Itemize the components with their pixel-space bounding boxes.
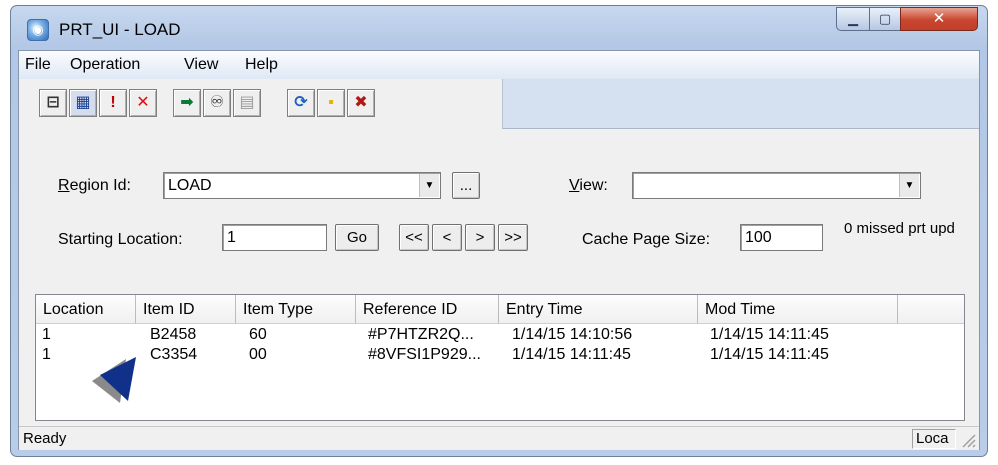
go-arrow-icon[interactable]: ➡ (173, 89, 201, 117)
view-label: View: (569, 177, 608, 194)
app-window: ◉ PRT_UI - LOAD ▁ ▢ ✕ File Operation Vie… (10, 5, 988, 457)
minimize-button[interactable]: ▁ (836, 7, 870, 31)
view-combo[interactable]: ▼ (632, 172, 921, 199)
region-id-value: LOAD (168, 177, 212, 194)
cell-mod-time: 1/14/15 14:11:45 (710, 346, 829, 363)
lock-icon[interactable]: ▪ (317, 89, 345, 117)
items-list[interactable]: Location Item ID Item Type Reference ID … (35, 294, 965, 421)
cell-reference-id: #P7HTZR2Q... (368, 326, 474, 343)
starting-location-input[interactable]: 1 (222, 224, 327, 251)
menu-bar: File Operation View Help (19, 51, 979, 79)
menu-file[interactable]: File (25, 56, 51, 74)
region-id-label: Region Id: (58, 177, 131, 194)
chevron-down-icon[interactable]: ▼ (899, 174, 919, 197)
first-page-button[interactable]: << (399, 224, 429, 251)
table-row[interactable]: 1 B2458 60 #P7HTZR2Q... 1/14/15 14:10:56… (36, 326, 964, 346)
binoculars-icon[interactable]: ♾ (203, 89, 231, 117)
alert-document-icon[interactable]: ! (99, 89, 127, 117)
column-header-location[interactable]: Location (36, 295, 136, 324)
resize-grip-icon[interactable] (959, 431, 977, 449)
delete-icon[interactable]: ✕ (129, 89, 157, 117)
last-page-button[interactable]: >> (498, 224, 528, 251)
new-record-icon[interactable]: ⊟ (39, 89, 67, 117)
find-next-icon[interactable]: ▤ (233, 89, 261, 117)
cell-mod-time: 1/14/15 14:11:45 (710, 326, 829, 343)
refresh-icon[interactable]: ⟳ (287, 89, 315, 117)
column-header-item-type[interactable]: Item Type (236, 295, 356, 324)
cache-page-size-label: Cache Page Size: (582, 231, 711, 248)
window-title: PRT_UI - LOAD (59, 20, 181, 39)
column-header-mod-time[interactable]: Mod Time (698, 295, 898, 324)
toolbar-buttons-area: ⊟ ▦ ! ✕ ➡ ♾ ▤ ⟳ ▪ ✖ (19, 79, 503, 129)
missed-updates-text: 0 missed prt upd (844, 220, 955, 237)
starting-location-label: Starting Location: (58, 231, 183, 248)
app-globe-icon[interactable]: ◉ (27, 19, 49, 41)
calendar-icon[interactable]: ▦ (69, 89, 97, 117)
column-header-entry-time[interactable]: Entry Time (499, 295, 698, 324)
status-text: Ready (23, 430, 67, 447)
menu-help[interactable]: Help (245, 56, 278, 74)
menu-operation[interactable]: Operation (70, 56, 140, 74)
chevron-down-icon[interactable]: ▼ (419, 174, 439, 197)
cell-item-type: 60 (249, 326, 267, 343)
status-bar: Ready Loca (19, 426, 979, 450)
table-row[interactable]: 1 C3354 00 #8VFSI1P929... 1/14/15 14:11:… (36, 346, 964, 366)
title-bar[interactable]: ◉ PRT_UI - LOAD ▁ ▢ ✕ (11, 6, 987, 50)
cell-item-type: 00 (249, 346, 267, 363)
cursor-pointer-icon (92, 357, 136, 403)
column-header-item-id[interactable]: Item ID (136, 295, 236, 324)
client-area: File Operation View Help ⊟ ▦ ! ✕ ➡ ♾ ▤ ⟳… (18, 50, 980, 450)
maximize-button[interactable]: ▢ (869, 7, 901, 31)
toolbar: ⊟ ▦ ! ✕ ➡ ♾ ▤ ⟳ ▪ ✖ (19, 79, 979, 129)
next-page-button[interactable]: > (465, 224, 495, 251)
cell-location: 1 (42, 346, 51, 363)
column-header-filler (898, 295, 964, 324)
region-browse-button[interactable]: ... (452, 172, 480, 199)
cell-item-id: C3354 (150, 346, 198, 363)
prev-page-button[interactable]: < (432, 224, 462, 251)
menu-view[interactable]: View (184, 56, 218, 74)
cell-reference-id: #8VFSI1P929... (368, 346, 481, 363)
region-id-combo[interactable]: LOAD ▼ (163, 172, 441, 199)
go-button[interactable]: Go (335, 224, 379, 251)
close-button[interactable]: ✕ (900, 7, 978, 31)
cache-page-size-input[interactable]: 100 (740, 224, 823, 251)
column-header-reference-id[interactable]: Reference ID (356, 295, 499, 324)
clear-icon[interactable]: ✖ (347, 89, 375, 117)
cell-location: 1 (42, 326, 51, 343)
cell-entry-time: 1/14/15 14:10:56 (512, 326, 633, 343)
cell-entry-time: 1/14/15 14:11:45 (512, 346, 631, 363)
status-location-pane: Loca (912, 429, 956, 449)
cell-item-id: B2458 (150, 326, 197, 343)
